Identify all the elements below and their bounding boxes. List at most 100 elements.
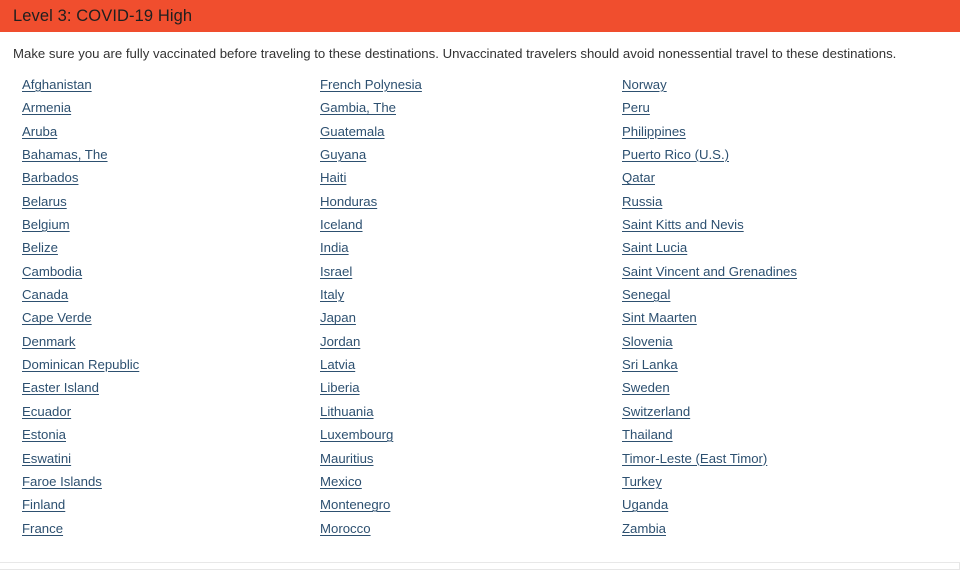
destination-link[interactable]: Montenegro (320, 497, 390, 512)
destination-link[interactable]: Gambia, The (320, 100, 396, 115)
destination-link[interactable]: Barbados (22, 170, 78, 185)
destination-link[interactable]: France (22, 521, 63, 536)
destination-link[interactable]: Aruba (22, 124, 57, 139)
destination-link[interactable]: Senegal (622, 287, 670, 302)
destination-link[interactable]: Belarus (22, 194, 67, 209)
list-item: Montenegro (320, 493, 600, 516)
destination-link[interactable]: Norway (622, 77, 667, 92)
destination-link[interactable]: India (320, 240, 349, 255)
destination-link[interactable]: Easter Island (22, 380, 99, 395)
list-item: Israel (320, 260, 600, 283)
list-item: Luxembourg (320, 423, 600, 446)
list-item: Belarus (22, 190, 299, 213)
destination-link[interactable]: Honduras (320, 194, 377, 209)
destination-link[interactable]: Armenia (22, 100, 71, 115)
list-item: Easter Island (22, 376, 299, 399)
list-item: Barbados (22, 166, 299, 189)
destination-link[interactable]: Belgium (22, 217, 70, 232)
destination-link[interactable]: Guatemala (320, 124, 385, 139)
destination-link[interactable]: Bahamas, The (22, 147, 108, 162)
list-item: Jordan (320, 330, 600, 353)
list-item: Latvia (320, 353, 600, 376)
destination-link[interactable]: Zambia (622, 521, 666, 536)
list-item: Faroe Islands (22, 470, 299, 493)
list-item: Sweden (622, 376, 960, 399)
panel-bottom-divider (0, 562, 960, 563)
destination-link[interactable]: Jordan (320, 334, 360, 349)
destination-link[interactable]: Turkey (622, 474, 662, 489)
destination-link[interactable]: Liberia (320, 380, 360, 395)
list-item: Philippines (622, 120, 960, 143)
destination-link[interactable]: Israel (320, 264, 352, 279)
list-item: Bahamas, The (22, 143, 299, 166)
destination-link[interactable]: Uganda (622, 497, 668, 512)
destination-link[interactable]: Dominican Republic (22, 357, 139, 372)
destination-list-2: French Polynesia Gambia, The Guatemala Guya… (320, 73, 600, 540)
destination-link[interactable]: Sint Maarten (622, 310, 697, 325)
destination-link[interactable]: Latvia (320, 357, 355, 372)
list-item: Thailand (622, 423, 960, 446)
destination-link[interactable]: Belize (22, 240, 58, 255)
list-item: Morocco (320, 517, 600, 540)
destination-link[interactable]: Saint Kitts and Nevis (622, 217, 744, 232)
destination-link[interactable]: Thailand (622, 427, 673, 442)
list-item: Denmark (22, 330, 299, 353)
destination-link[interactable]: Haiti (320, 170, 346, 185)
destination-link[interactable]: Peru (622, 100, 650, 115)
destination-link[interactable]: Mexico (320, 474, 362, 489)
list-item: Cape Verde (22, 306, 299, 329)
destination-link[interactable]: Switzerland (622, 404, 690, 419)
list-item: Liberia (320, 376, 600, 399)
destination-link[interactable]: Qatar (622, 170, 655, 185)
destination-link[interactable]: Sri Lanka (622, 357, 678, 372)
destination-link[interactable]: Sweden (622, 380, 670, 395)
destination-link[interactable]: Russia (622, 194, 662, 209)
destination-link[interactable]: Lithuania (320, 404, 374, 419)
level-header-banner: Level 3: COVID-19 High (0, 0, 960, 32)
list-item: Afghanistan (22, 73, 299, 96)
list-item: Mexico (320, 470, 600, 493)
list-item: Dominican Republic (22, 353, 299, 376)
destination-link[interactable]: Luxembourg (320, 427, 393, 442)
list-item: Saint Kitts and Nevis (622, 213, 960, 236)
destination-link[interactable]: Puerto Rico (U.S.) (622, 147, 729, 162)
list-item: Aruba (22, 120, 299, 143)
destination-link[interactable]: Morocco (320, 521, 371, 536)
destination-columns: Afghanistan Armenia Aruba Bahamas, The Barba… (0, 73, 960, 540)
list-item: Switzerland (622, 400, 960, 423)
destination-link[interactable]: Canada (22, 287, 68, 302)
destination-link[interactable]: Slovenia (622, 334, 673, 349)
destination-link[interactable]: Philippines (622, 124, 686, 139)
list-item: Estonia (22, 423, 299, 446)
destination-link[interactable]: Iceland (320, 217, 363, 232)
list-item: Guatemala (320, 120, 600, 143)
destination-link[interactable]: Cape Verde (22, 310, 92, 325)
destination-link[interactable]: Italy (320, 287, 344, 302)
destination-link[interactable]: Estonia (22, 427, 66, 442)
destination-link[interactable]: Timor-Leste (East Timor) (622, 451, 767, 466)
destination-link[interactable]: Saint Lucia (622, 240, 687, 255)
list-item: Senegal (622, 283, 960, 306)
destination-link[interactable]: Finland (22, 497, 65, 512)
destination-link[interactable]: Cambodia (22, 264, 82, 279)
list-item: French Polynesia (320, 73, 600, 96)
destination-link[interactable]: Mauritius (320, 451, 374, 466)
list-item: Turkey (622, 470, 960, 493)
list-item: Iceland (320, 213, 600, 236)
destination-link[interactable]: Afghanistan (22, 77, 92, 92)
destination-column-1: Afghanistan Armenia Aruba Bahamas, The Barba… (0, 73, 299, 540)
list-item: Uganda (622, 493, 960, 516)
list-item: Peru (622, 96, 960, 119)
list-item: Guyana (320, 143, 600, 166)
destination-link[interactable]: Faroe Islands (22, 474, 102, 489)
list-item: Armenia (22, 96, 299, 119)
destination-link[interactable]: Eswatini (22, 451, 71, 466)
list-item: Japan (320, 306, 600, 329)
destination-link[interactable]: Saint Vincent and Grenadines (622, 264, 797, 279)
destination-link[interactable]: Japan (320, 310, 356, 325)
list-item: Puerto Rico (U.S.) (622, 143, 960, 166)
destination-link[interactable]: French Polynesia (320, 77, 422, 92)
destination-link[interactable]: Denmark (22, 334, 76, 349)
destination-link[interactable]: Ecuador (22, 404, 71, 419)
destination-link[interactable]: Guyana (320, 147, 366, 162)
